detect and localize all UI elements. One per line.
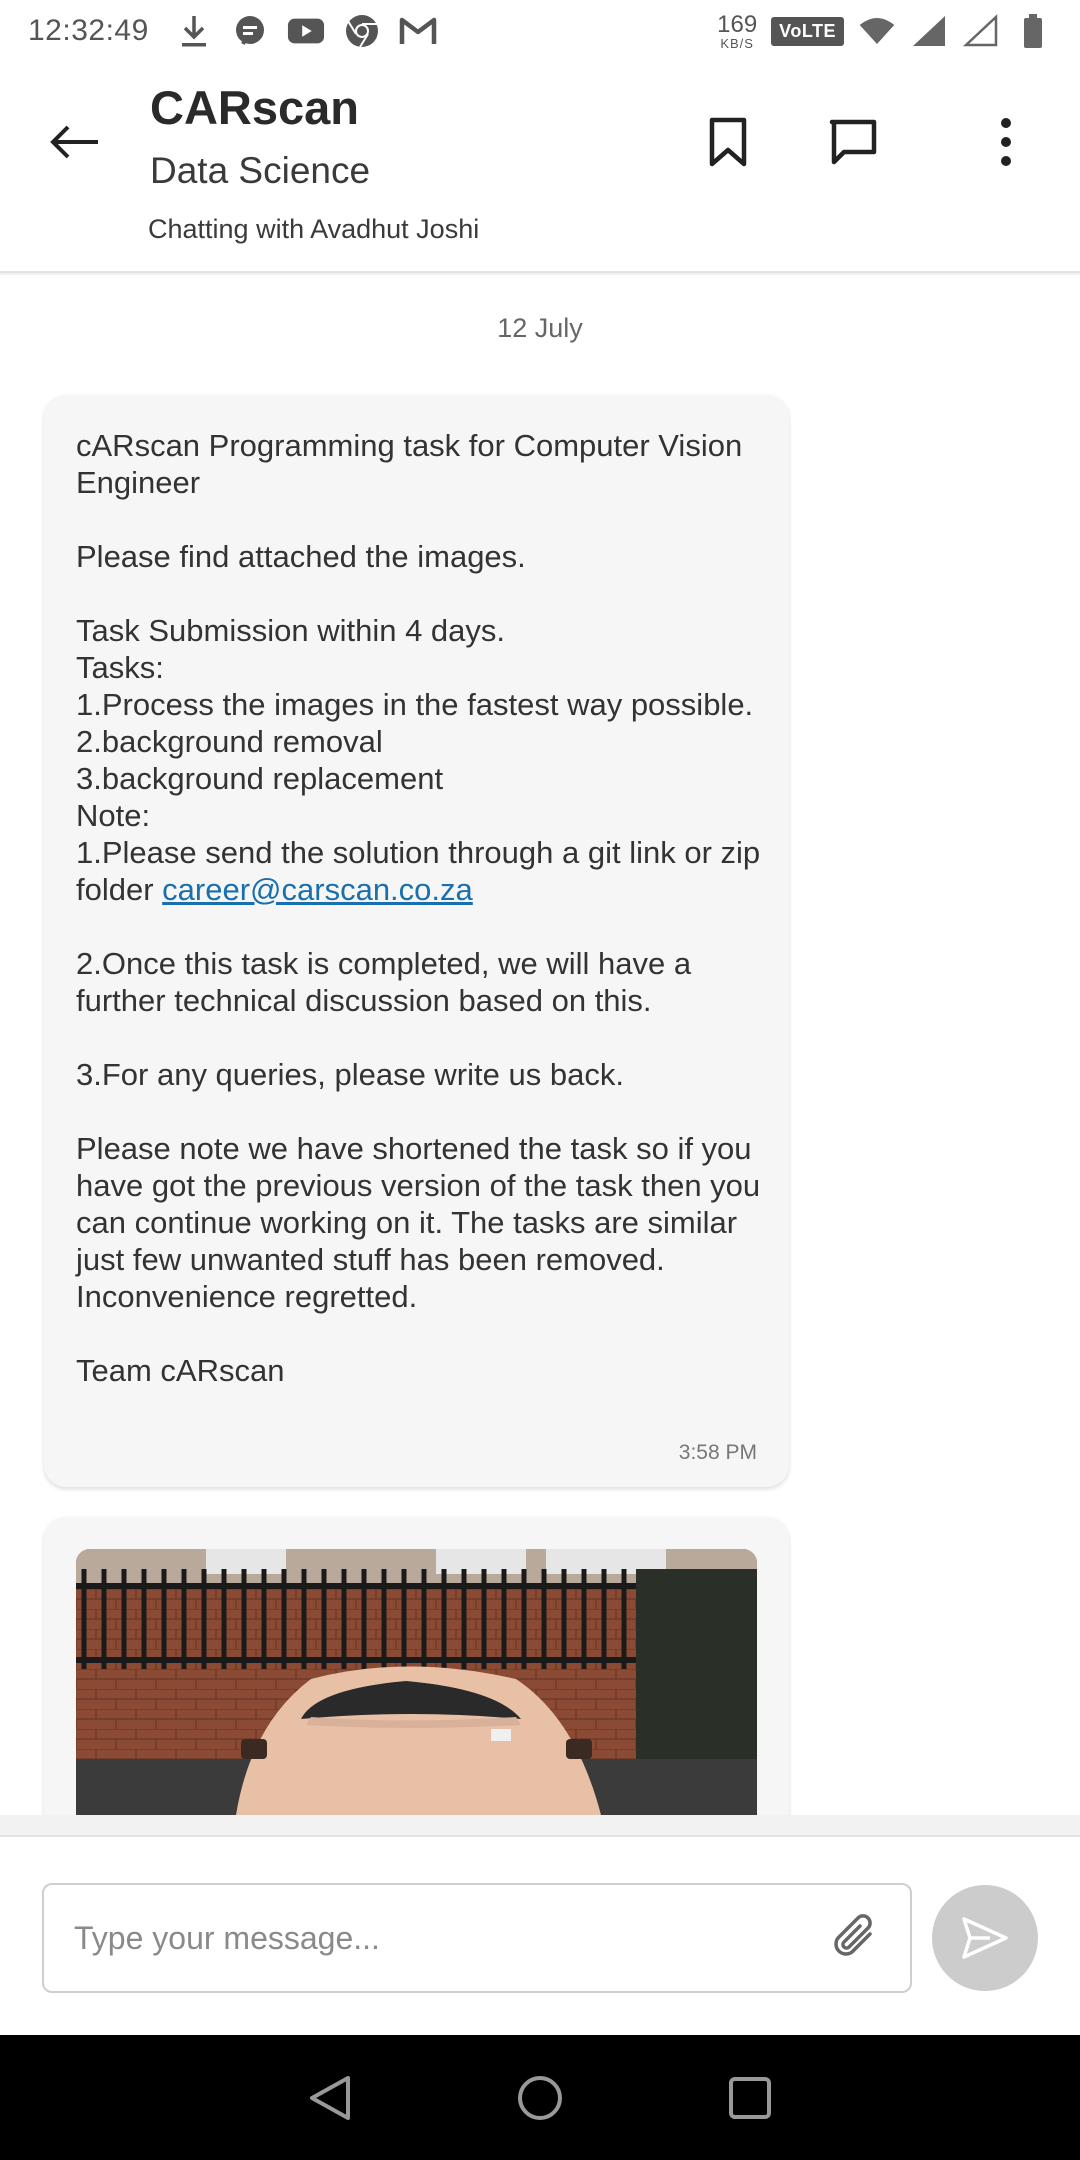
attached-car-image[interactable]	[76, 1549, 757, 1815]
message-line: 3.For any queries, please write us back.	[76, 1057, 624, 1092]
nav-back-button[interactable]	[300, 2068, 360, 2128]
nav-home-button[interactable]	[510, 2068, 570, 2128]
more-vertical-icon	[1001, 118, 1011, 166]
circle-home-icon	[518, 2075, 562, 2120]
arrow-left-icon	[50, 125, 98, 159]
volte-badge: VoLTE	[771, 16, 844, 46]
message-line: 1.Please send the solution through a git…	[76, 834, 766, 908]
chatting-with-label: Chatting with Avadhut Joshi	[148, 214, 480, 244]
job-subtitle: Data Science	[150, 150, 371, 191]
network-speed-unit: KB/S	[720, 35, 754, 51]
chat-header: CARscan Data Science Chatting with Avadh…	[0, 62, 1080, 273]
message-line: Please note we have shortened the task s…	[76, 1131, 761, 1314]
message-line: Team cARscan	[76, 1353, 285, 1388]
network-speed: 169 KB/S	[717, 10, 758, 51]
email-link[interactable]: career@carscan.co.za	[162, 872, 473, 907]
wifi-icon	[858, 12, 896, 50]
attach-button[interactable]	[825, 1907, 887, 1969]
message-line: Note:	[76, 798, 151, 833]
chrome-icon	[343, 12, 381, 50]
battery-icon	[1014, 12, 1052, 50]
image-message-bubble[interactable]	[44, 1517, 789, 1815]
chat-messages[interactable]: 12 July cARscan Programming task for Com…	[0, 275, 1080, 1815]
send-button[interactable]	[932, 1885, 1038, 1991]
nav-recents-button[interactable]	[720, 2068, 780, 2128]
status-time: 12:32:49	[28, 14, 149, 47]
triangle-back-icon	[310, 2075, 350, 2120]
system-navigation-bar	[0, 2035, 1080, 2160]
message-line: 3.background replacement	[76, 761, 444, 796]
company-title: CARscan	[150, 81, 359, 134]
network-speed-value: 169	[717, 10, 758, 38]
date-separator: 12 July	[497, 313, 583, 343]
bookmark-button[interactable]	[688, 102, 768, 182]
gmail-icon	[399, 12, 437, 50]
message-input[interactable]	[42, 1883, 912, 1993]
download-icon	[175, 12, 213, 50]
more-options-button[interactable]	[966, 102, 1046, 182]
bookmark-icon	[709, 117, 747, 167]
signal-icon	[910, 12, 948, 50]
back-button[interactable]	[40, 107, 110, 177]
chat-button[interactable]	[813, 102, 893, 182]
square-recents-icon	[729, 2076, 771, 2119]
message-line: Please find attached the images.	[76, 539, 526, 574]
message-line: 2.background removal	[76, 724, 383, 759]
message-line: Tasks:	[76, 650, 164, 685]
send-icon	[962, 1917, 1008, 1959]
youtube-icon	[287, 12, 325, 50]
message-line: cARscan Programming task for Computer Vi…	[76, 428, 743, 500]
message-line: 2.Once this task is completed, we will h…	[76, 946, 692, 1018]
signal-empty-icon	[962, 12, 1000, 50]
message-line: 1.Process the images in the fastest way …	[76, 687, 754, 722]
message-line: Task Submission within 4 days.	[76, 613, 506, 648]
message-composer	[0, 1835, 1080, 2035]
message-timestamp: 3:58 PM	[678, 1441, 757, 1464]
message-bubble[interactable]: cARscan Programming task for Computer Vi…	[44, 395, 789, 1487]
chat-bubble-icon	[829, 119, 877, 165]
message-app-icon	[231, 12, 269, 50]
status-bar: 12:32:49 169 KB/S VoLTE	[0, 0, 1080, 62]
message-text: cARscan Programming task for Computer Vi…	[76, 427, 766, 1389]
paperclip-icon	[834, 1914, 872, 1956]
